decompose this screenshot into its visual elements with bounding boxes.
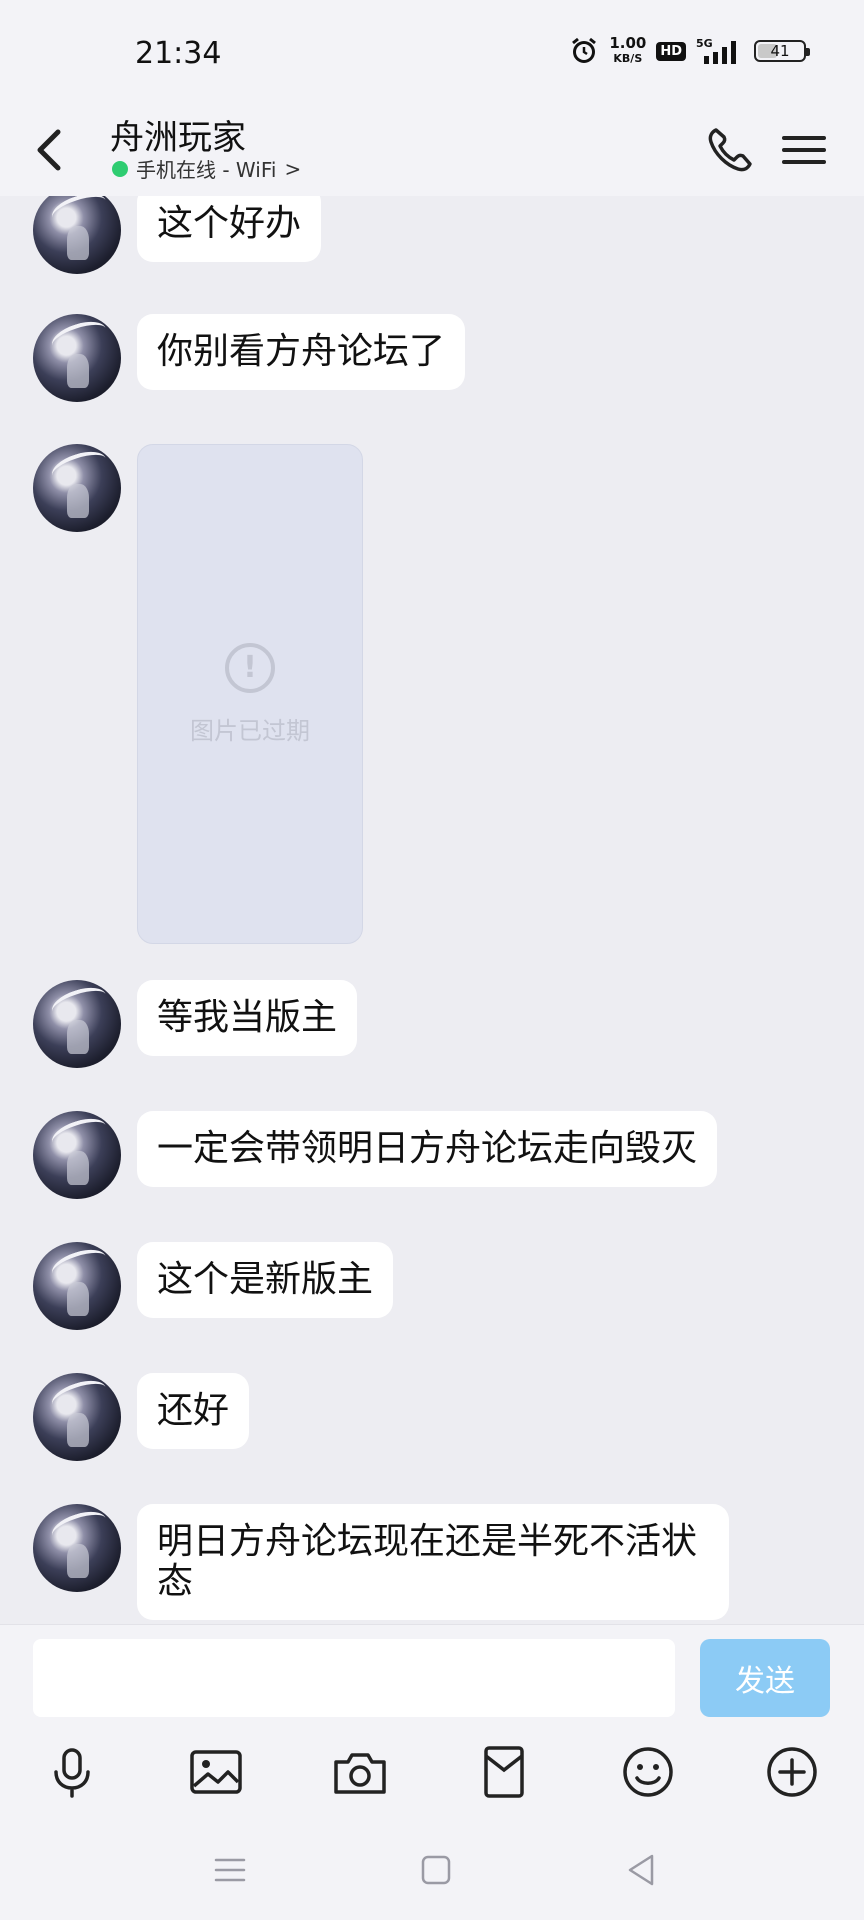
expired-image[interactable]: ! 图片已过期 (137, 444, 363, 944)
chat-header: 舟洲玩家 手机在线 - WiFi > (0, 110, 864, 196)
send-button[interactable]: 发送 (700, 1639, 830, 1717)
battery-level: 41 (770, 42, 790, 60)
message-bubble[interactable]: 这个是新版主 (137, 1242, 394, 1318)
online-status-text: 手机在线 - WiFi (136, 158, 277, 182)
clock: 21:34 (135, 36, 222, 71)
red-packet-icon[interactable] (474, 1742, 534, 1802)
avatar[interactable] (33, 1373, 121, 1461)
camera-icon[interactable] (330, 1742, 390, 1802)
recent-apps-icon[interactable] (210, 1850, 250, 1890)
avatar[interactable] (33, 1242, 121, 1330)
expired-image-label: 图片已过期 (190, 716, 310, 745)
emoji-icon[interactable] (618, 1742, 678, 1802)
avatar[interactable] (33, 196, 121, 274)
contact-status[interactable]: 手机在线 - WiFi > (110, 154, 301, 183)
status-bar: 21:34 1.00 KB/S HD 5G 41 (0, 0, 864, 110)
avatar[interactable] (33, 1111, 121, 1199)
online-dot (112, 160, 128, 177)
net-speed-value: 1.00 (609, 34, 647, 52)
avatar[interactable] (33, 314, 121, 402)
message-bubble[interactable]: 等我当版主 (137, 980, 358, 1056)
message-list[interactable]: 这个好办 你别看方舟论坛了 ! 图片已过期 等我当版主 一定会带领明日方舟论坛走… (0, 196, 864, 1624)
menu-icon[interactable] (778, 120, 830, 180)
net-speed-unit: KB/S (613, 52, 643, 65)
system-nav-bar (0, 1824, 864, 1920)
back-arrow-icon[interactable] (30, 120, 70, 180)
status-icons: 1.00 KB/S HD 5G 41 (569, 36, 810, 66)
status-chevron-icon: > (284, 156, 302, 181)
message-bubble[interactable]: 这个好办 (137, 196, 322, 262)
phone-icon[interactable] (700, 120, 760, 180)
message-bubble[interactable]: 一定会带领明日方舟论坛走向毁灭 (137, 1111, 718, 1187)
image-icon[interactable] (186, 1742, 246, 1802)
microphone-icon[interactable] (42, 1742, 102, 1802)
message-input[interactable] (33, 1639, 675, 1717)
signal-label: 5G (696, 37, 713, 50)
signal-icon: 5G (696, 37, 736, 64)
message-bubble[interactable]: 还好 (137, 1373, 250, 1449)
plus-icon[interactable] (762, 1742, 822, 1802)
contact-name[interactable]: 舟洲玩家 (110, 110, 246, 159)
alarm-icon (572, 37, 597, 63)
back-triangle-icon[interactable] (622, 1850, 662, 1890)
composer-toolbar (0, 1724, 864, 1824)
avatar[interactable] (33, 444, 121, 532)
avatar[interactable] (33, 1504, 121, 1592)
alert-icon: ! (225, 642, 275, 693)
net-speed: 1.00 KB/S (609, 36, 646, 66)
avatar[interactable] (33, 980, 121, 1068)
home-icon[interactable] (416, 1850, 456, 1890)
hd-badge: HD (656, 41, 686, 61)
battery-icon: 41 (754, 40, 810, 62)
message-bubble[interactable]: 明日方舟论坛现在还是半死不活状态 (137, 1504, 729, 1620)
composer: 发送 (0, 1624, 864, 1724)
message-bubble[interactable]: 你别看方舟论坛了 (137, 314, 466, 390)
